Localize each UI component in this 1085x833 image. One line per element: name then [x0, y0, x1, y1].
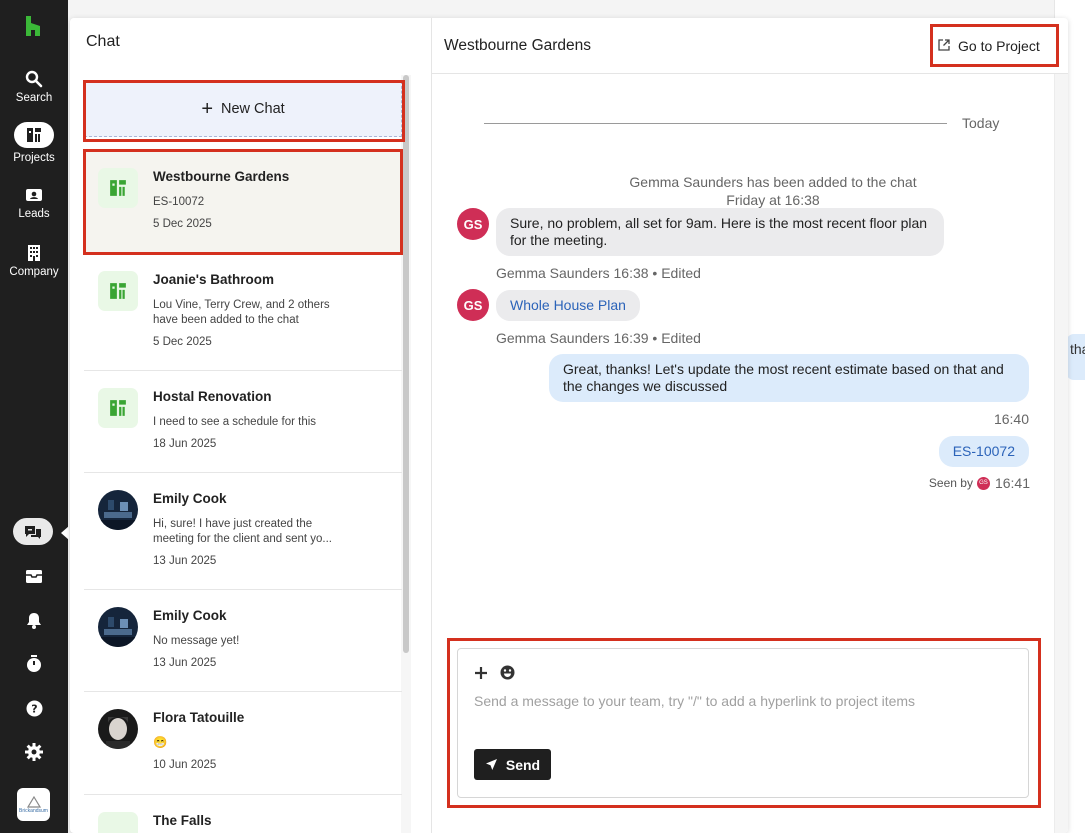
conversation-preview: No message yet!: [153, 635, 240, 647]
panel-title: Chat: [86, 33, 120, 50]
conversation-name: Westbourne Gardens: [153, 169, 290, 184]
conversation-date: 13 Jun 2025: [153, 657, 217, 669]
seen-time: 16:41: [994, 475, 1030, 491]
plus-icon: +: [201, 98, 213, 120]
conversation-item[interactable]: Joanie's Bathroom Lou Vine, Terry Crew, …: [84, 254, 402, 371]
message-input[interactable]: [474, 693, 1014, 709]
company-icon: [0, 242, 68, 264]
leads-icon: [0, 184, 68, 206]
rail-item-label: Projects: [13, 152, 55, 164]
attachment-link[interactable]: Whole House Plan: [496, 290, 640, 321]
conversation-preview: 😁: [153, 737, 168, 749]
conversation-item[interactable]: The Falls: [84, 795, 402, 833]
conversation-name: Flora Tatouille: [153, 710, 245, 725]
conversation-preview: I need to see a schedule for this: [153, 416, 317, 428]
conversation-item[interactable]: Emily Cook No message yet! 13 Jun 2025: [84, 590, 402, 692]
conversation-date: 13 Jun 2025: [153, 555, 217, 567]
left-rail: Search Projects Leads Company ? Brickand…: [0, 0, 69, 833]
send-icon: [485, 759, 497, 770]
conversation-name: Emily Cook: [153, 608, 227, 623]
message-meta: Gemma Saunders 16:38 • Edited: [496, 265, 701, 281]
message-bubble: Great, thanks! Let's update the most rec…: [549, 354, 1029, 402]
add-attachment-icon[interactable]: [474, 666, 488, 680]
bell-icon[interactable]: [0, 608, 68, 632]
conversation-item[interactable]: Westbourne Gardens ES-10072 5 Dec 2025: [84, 151, 402, 254]
user-avatar: [98, 490, 138, 530]
conversation-date: 18 Jun 2025: [153, 438, 217, 450]
rail-item-label: Search: [15, 92, 53, 104]
list-scrollbar[interactable]: [403, 75, 409, 653]
search-icon: [0, 68, 68, 90]
background-message-peek: tha e c: [1066, 334, 1085, 380]
conversation-date: 10 Jun 2025: [153, 759, 217, 771]
rail-item-projects[interactable]: Projects: [0, 122, 68, 164]
project-icon: [98, 812, 138, 833]
rail-active-caret: [61, 526, 69, 540]
rail-item-label: Leads: [18, 208, 50, 220]
send-button[interactable]: Send: [474, 749, 551, 780]
messages-scroll-track[interactable]: [1054, 74, 1068, 833]
chat-modal: Chat + New Chat Westbourne Gardens ES-10…: [70, 18, 1068, 833]
estimate-link[interactable]: ES-10072: [938, 436, 1029, 467]
conversation-preview: ES-10072: [153, 196, 205, 208]
system-message: Gemma Saunders has been added to the cha…: [629, 174, 917, 190]
conversation-preview: Hi, sure! I have just created the meetin…: [153, 518, 332, 545]
conversation-title: Westbourne Gardens: [444, 37, 592, 54]
inbox-icon[interactable]: [0, 564, 68, 588]
company-avatar-text: Brickandsum: [19, 807, 48, 814]
chat-icon[interactable]: [13, 518, 53, 545]
emoji-icon[interactable]: [500, 665, 515, 680]
message-meta: Gemma Saunders 16:39 • Edited: [496, 330, 701, 346]
system-message-time: Friday at 16:38: [726, 192, 820, 208]
conversation-item[interactable]: Emily Cook Hi, sure! I have just created…: [84, 473, 402, 590]
project-icon: [98, 388, 138, 428]
rail-item-label: Company: [9, 266, 59, 278]
conversation-date: 5 Dec 2025: [153, 218, 212, 230]
seen-receipt: Seen by GS 16:41: [929, 475, 1030, 491]
rail-item-company[interactable]: Company: [0, 242, 68, 278]
help-icon[interactable]: ?: [0, 696, 68, 720]
seen-avatar: GS: [976, 476, 990, 490]
conversation-name: Hostal Renovation: [153, 389, 272, 404]
project-icon: [98, 168, 138, 208]
sender-avatar[interactable]: GS: [457, 289, 489, 321]
conversation-item[interactable]: Hostal Renovation I need to see a schedu…: [84, 371, 402, 473]
message-bubble: Sure, no problem, all set for 9am. Here …: [496, 208, 944, 256]
new-chat-button[interactable]: + New Chat: [84, 81, 402, 137]
conversation-panel: Westbourne Gardens Go to Project Today G…: [432, 18, 1068, 833]
projects-icon: [14, 122, 54, 148]
conversation-header: Westbourne Gardens Go to Project: [432, 18, 1068, 74]
conversation-date: 5 Dec 2025: [153, 336, 212, 348]
conversation-item[interactable]: Flora Tatouille 😁 10 Jun 2025: [84, 692, 402, 795]
user-avatar: [98, 709, 138, 749]
company-avatar[interactable]: Brickandsum: [17, 788, 50, 821]
external-link-icon: [938, 38, 958, 54]
svg-text:?: ?: [31, 702, 37, 715]
houzz-logo-icon[interactable]: [22, 14, 44, 38]
send-label: Send: [505, 756, 541, 773]
user-avatar: [98, 607, 138, 647]
new-chat-label: New Chat: [221, 101, 285, 117]
sender-avatar[interactable]: GS: [457, 208, 489, 240]
composer-toolbar: [474, 665, 527, 680]
conversation-list-panel: Chat + New Chat Westbourne Gardens ES-10…: [70, 18, 432, 833]
rail-item-search[interactable]: Search: [0, 68, 68, 104]
message-composer: Send: [457, 648, 1029, 798]
conversation-list: + New Chat Westbourne Gardens ES-10072 5…: [84, 78, 402, 833]
conversation-preview: Lou Vine, Terry Crew, and 2 others have …: [153, 299, 330, 326]
date-divider-line: [484, 123, 947, 124]
timer-icon[interactable]: [0, 652, 68, 676]
go-to-project-label: Go to Project: [958, 38, 1040, 54]
go-to-project-button[interactable]: Go to Project: [938, 34, 1040, 58]
project-icon: [98, 271, 138, 311]
settings-icon[interactable]: [0, 740, 68, 764]
conversation-name: Joanie's Bathroom: [153, 272, 274, 287]
date-divider-label: Today: [962, 115, 1000, 131]
seen-label: Seen by: [928, 476, 973, 490]
conversation-name: Emily Cook: [153, 491, 227, 506]
message-time: 16:40: [993, 411, 1029, 427]
rail-item-leads[interactable]: Leads: [0, 184, 68, 220]
conversation-name: The Falls: [153, 813, 212, 828]
